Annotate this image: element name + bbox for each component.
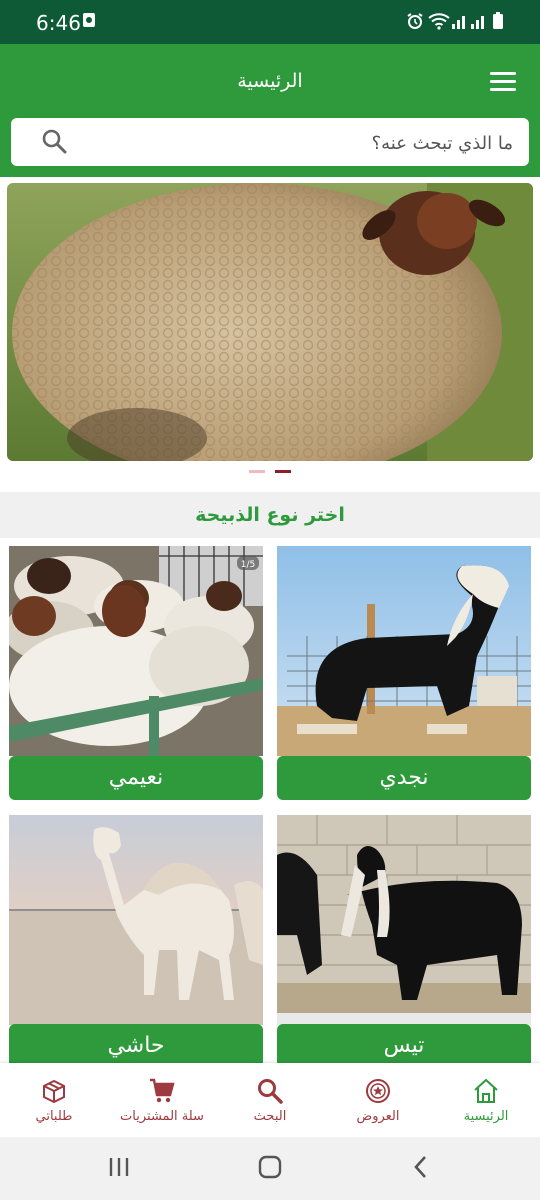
menu-icon-line: [490, 80, 516, 83]
section-title: اختر نوع الذبيحة: [195, 504, 345, 526]
status-bar: 6:46: [0, 0, 540, 44]
back-icon[interactable]: [412, 1155, 430, 1179]
carousel-dot[interactable]: [249, 470, 265, 473]
nav-search[interactable]: البحث: [216, 1063, 324, 1137]
sheep-photo: [7, 183, 533, 461]
page-title: الرئيسية: [237, 70, 303, 92]
bottom-navigation: الرئيسية العروض البحث سلة المشتريات طلبا…: [0, 1063, 540, 1137]
black-billy-goat-photo: [277, 815, 531, 1025]
search-bar: [11, 118, 529, 166]
search-icon: [258, 1079, 283, 1104]
signal-icon: [452, 16, 465, 29]
carousel-dot-active[interactable]: [275, 470, 291, 473]
nav-home[interactable]: الرئيسية: [432, 1063, 540, 1137]
notification-icon: [83, 13, 95, 27]
nav-label: سلة المشتريات: [120, 1109, 204, 1124]
battery-icon: [493, 12, 503, 29]
menu-button[interactable]: [490, 72, 516, 92]
category-label: نجدي: [277, 756, 531, 800]
recent-apps-icon[interactable]: [108, 1157, 130, 1177]
home-button-icon[interactable]: [258, 1155, 282, 1179]
status-time: 6:46: [36, 11, 81, 35]
nav-cart[interactable]: سلة المشتريات: [108, 1063, 216, 1137]
offers-badge-icon: [366, 1079, 390, 1103]
category-label: حاشي: [9, 1024, 263, 1068]
search-icon[interactable]: [41, 128, 67, 154]
orders-box-icon: [43, 1079, 65, 1104]
menu-icon-line: [490, 88, 516, 91]
signal-icon-2: [471, 16, 484, 29]
wifi-icon: [428, 13, 450, 30]
category-label: تيس: [277, 1024, 531, 1068]
nav-offers[interactable]: العروض: [324, 1063, 432, 1137]
system-navigation-bar: [0, 1137, 540, 1200]
home-icon: [474, 1078, 498, 1103]
search-input[interactable]: [91, 128, 515, 158]
sheep-flock-photo: 1/5: [9, 546, 263, 756]
menu-icon-line: [490, 72, 516, 75]
nav-label: البحث: [253, 1109, 287, 1124]
section-header: اختر نوع الذبيحة: [0, 492, 540, 538]
black-goat-photo: [277, 546, 531, 756]
nav-label: طلباتي: [35, 1109, 73, 1124]
nav-orders[interactable]: طلباتي: [0, 1063, 108, 1137]
camel-photo: [9, 815, 263, 1025]
category-label: نعيمي: [9, 756, 263, 800]
nav-label: الرئيسية: [463, 1109, 509, 1124]
cart-icon: [150, 1078, 175, 1103]
photo-counter-badge: 1/5: [241, 560, 255, 570]
banner-carousel[interactable]: [7, 183, 533, 461]
alarm-icon: [407, 13, 423, 29]
nav-label: العروض: [356, 1109, 400, 1124]
carousel-indicator: [0, 470, 540, 476]
